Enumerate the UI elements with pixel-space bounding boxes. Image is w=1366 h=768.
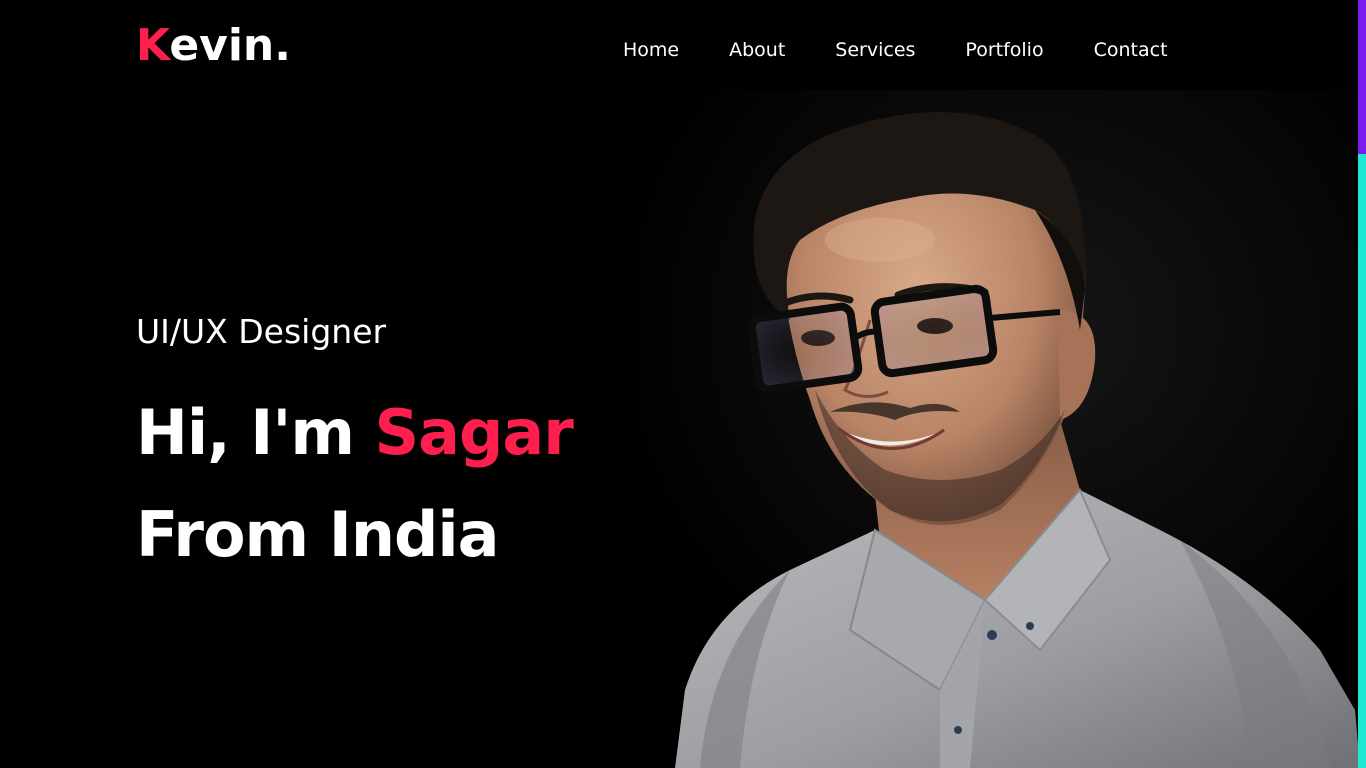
nav-portfolio[interactable]: Portfolio [965, 37, 1043, 63]
hero-name: Sagar [374, 396, 574, 469]
hero-greeting: Hi, I'm [136, 396, 375, 469]
page: Kevin. Home About Services Portfolio Con… [0, 0, 1366, 768]
main-nav: Home About Services Portfolio Contact [598, 37, 1168, 63]
hero-headline: Hi, I'm Sagar [136, 396, 574, 470]
scroll-thumb[interactable] [1358, 0, 1366, 154]
logo[interactable]: Kevin. [136, 18, 291, 74]
nav-about[interactable]: About [729, 37, 785, 63]
logo-rest: evin. [169, 20, 291, 71]
nav-home[interactable]: Home [623, 37, 679, 63]
nav-contact[interactable]: Contact [1094, 37, 1168, 63]
hero-subtitle: UI/UX Designer [136, 312, 387, 351]
logo-initial: K [136, 20, 170, 71]
profile-photo [640, 90, 1360, 768]
nav-services[interactable]: Services [835, 37, 915, 63]
scroll-track[interactable] [1358, 0, 1366, 768]
hero-location: From India [136, 498, 499, 571]
